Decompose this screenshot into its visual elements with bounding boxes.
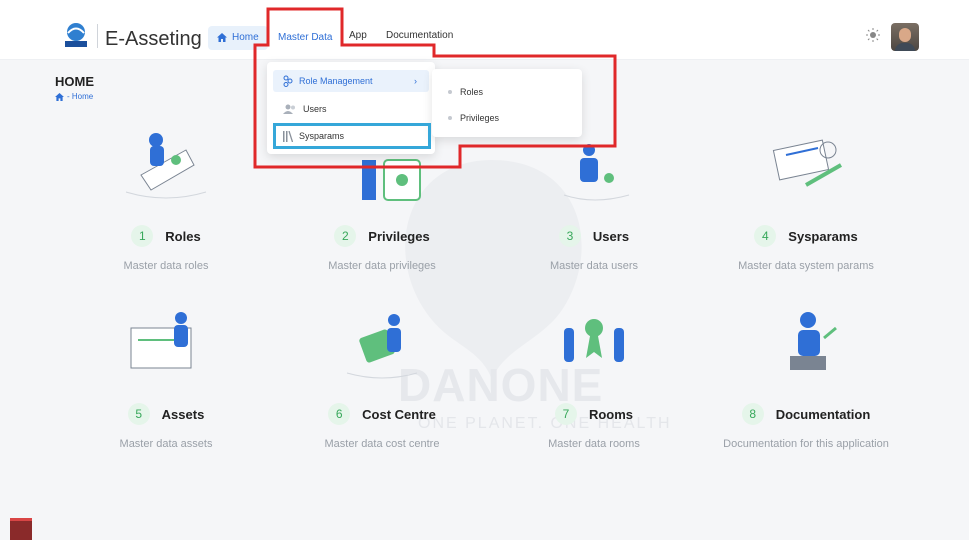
card-title-text: Privileges: [368, 228, 430, 244]
bullet-icon: [448, 90, 452, 94]
menu-item-label: Sysparams: [299, 131, 345, 141]
card-title-text: Roles: [165, 228, 201, 244]
card-number: 3: [558, 225, 581, 247]
card-title-text: Users: [592, 228, 630, 244]
card-number: 1: [131, 225, 154, 247]
card-cost-centre-title: 6 Cost Centre: [282, 403, 482, 425]
card-cost-centre[interactable]: 6 Cost Centre Master data cost centre: [282, 298, 482, 450]
danone-logo[interactable]: [62, 22, 90, 48]
documentation-illustration: [790, 312, 837, 370]
nav-home-label: Home: [232, 32, 259, 43]
card-title-text: Assets: [161, 406, 205, 422]
card-title-text: Rooms: [588, 406, 634, 422]
avatar-face: [899, 28, 911, 42]
card-subtitle: Master data users: [549, 260, 639, 272]
card-sysparams-title: 4 Sysparams: [706, 225, 906, 247]
nav-master-data[interactable]: Master Data: [274, 26, 336, 49]
menu-item-sysparams[interactable]: Sysparams: [273, 125, 429, 147]
sysparams-icon: [283, 130, 293, 142]
breadcrumb-home-icon[interactable]: [55, 92, 64, 101]
card-subtitle: Master data cost centre: [324, 438, 440, 450]
submenu-item-label: Privileges: [460, 113, 500, 123]
card-subtitle: Master data assets: [119, 438, 213, 450]
menu-item-users[interactable]: Users: [273, 98, 429, 120]
card-number: 2: [334, 225, 357, 247]
card-subtitle: Master data roles: [123, 260, 209, 272]
card-sysparams[interactable]: 4 Sysparams Master data system params: [706, 120, 906, 272]
card-title-text: Documentation: [775, 406, 871, 422]
card-roles-title: 1 Roles: [66, 225, 266, 247]
card-roles[interactable]: 1 Roles Master data roles: [66, 120, 266, 272]
submenu-item-label: Roles: [460, 87, 484, 97]
home-icon: [217, 33, 227, 42]
card-number: 6: [328, 403, 351, 425]
chevron-right-icon: ›: [414, 76, 417, 86]
nav-app[interactable]: App: [349, 30, 367, 41]
menu-item-label: Role Management: [299, 76, 373, 86]
app-brand[interactable]: E-Asseting: [105, 28, 202, 51]
card-documentation-title: 8 Documentation: [706, 403, 906, 425]
card-number: 4: [754, 225, 777, 247]
role-management-icon: [283, 75, 293, 87]
role-management-submenu: Roles Privileges: [432, 69, 582, 137]
laravel-icon[interactable]: [10, 518, 32, 540]
card-rooms[interactable]: 7 Rooms Master data rooms: [494, 298, 694, 450]
roles-illustration: [125, 133, 207, 199]
breadcrumb: - Home: [55, 92, 93, 101]
sysparams-illustration: [772, 139, 842, 187]
card-number: 8: [741, 403, 764, 425]
submenu-item-roles[interactable]: Roles: [448, 87, 483, 97]
rooms-illustration: [564, 319, 624, 362]
card-number: 5: [127, 403, 150, 425]
user-avatar[interactable]: [891, 23, 919, 51]
top-bar: E-Asseting Home Master Data App Document…: [0, 0, 969, 60]
breadcrumb-home[interactable]: - Home: [67, 92, 93, 101]
card-privileges-title: 2 Privileges: [282, 225, 482, 247]
card-subtitle: Master data rooms: [548, 438, 640, 450]
assets-illustration: [130, 312, 192, 369]
card-rooms-title: 7 Rooms: [494, 403, 694, 425]
card-subtitle: Master data system params: [738, 260, 874, 272]
bullet-icon: [448, 116, 452, 120]
card-documentation[interactable]: 8 Documentation Documentation for this a…: [706, 298, 906, 450]
card-number: 7: [554, 403, 577, 425]
nav-documentation[interactable]: Documentation: [386, 30, 453, 41]
menu-item-label: Users: [303, 104, 327, 114]
page-title: HOME: [55, 74, 94, 89]
card-title-text: Cost Centre: [362, 406, 436, 422]
submenu-item-privileges[interactable]: Privileges: [448, 113, 499, 123]
card-users-title: 3 Users: [494, 225, 694, 247]
theme-toggle-icon[interactable]: [866, 28, 880, 42]
users-icon: [283, 104, 295, 114]
card-subtitle: Master data privileges: [328, 260, 436, 272]
nav-home[interactable]: Home: [208, 26, 268, 50]
card-assets-title: 5 Assets: [66, 403, 266, 425]
avatar-shirt: [895, 43, 915, 51]
logo-divider: [97, 24, 98, 48]
card-title-text: Sysparams: [788, 228, 858, 244]
menu-item-role-management[interactable]: Role Management ›: [273, 70, 429, 92]
card-subtitle: Documentation for this application: [723, 438, 889, 450]
cost-centre-illustration: [346, 314, 418, 379]
card-assets[interactable]: 5 Assets Master data assets: [66, 298, 266, 450]
master-data-dropdown: Role Management › Users Sysparams: [267, 62, 435, 154]
card-users[interactable]: 3 Users Master data users: [494, 120, 694, 272]
